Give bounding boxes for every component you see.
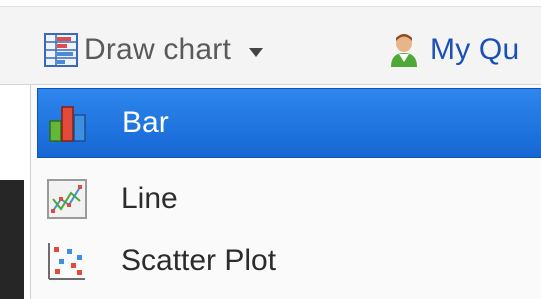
bar-chart-icon bbox=[48, 103, 88, 143]
toolbar: Draw chart My Qu bbox=[0, 0, 541, 85]
chart-grid-icon bbox=[44, 33, 78, 67]
user-icon bbox=[388, 32, 420, 68]
my-queries-link[interactable]: My Qu bbox=[388, 28, 519, 72]
menu-item-bar[interactable]: Bar bbox=[37, 88, 541, 158]
menu-item-bar-label: Bar bbox=[122, 106, 169, 139]
menu-item-line[interactable]: Line bbox=[37, 164, 541, 234]
chevron-down-icon[interactable] bbox=[249, 47, 264, 57]
menu-item-scatter-plot-label: Scatter Plot bbox=[121, 244, 277, 277]
line-chart-icon bbox=[47, 179, 87, 219]
scatter-plot-icon bbox=[47, 241, 87, 281]
menu-item-scatter-plot[interactable]: Scatter Plot bbox=[37, 226, 541, 296]
toolbar-top-border bbox=[0, 0, 541, 7]
background-panel-edge bbox=[0, 180, 24, 299]
draw-chart-button[interactable]: Draw chart bbox=[44, 28, 264, 72]
menu-item-line-label: Line bbox=[121, 182, 178, 215]
chart-type-menu: Bar Line Scatter Plot bbox=[30, 85, 541, 299]
draw-chart-label: Draw chart bbox=[84, 33, 232, 66]
my-queries-label: My Qu bbox=[430, 33, 520, 66]
